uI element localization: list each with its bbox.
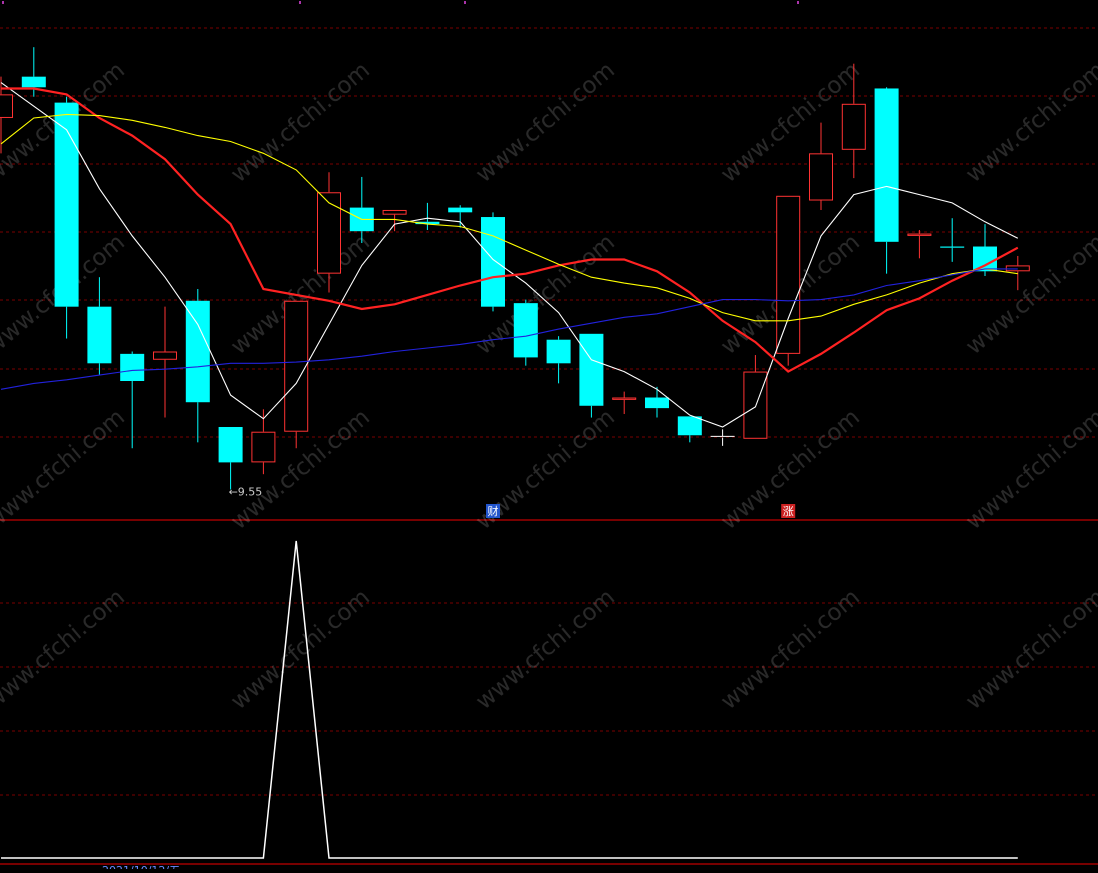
watermark-text: www.cfchi.com bbox=[0, 584, 130, 715]
watermark-text: www.cfchi.com bbox=[961, 584, 1098, 715]
watermark-text: www.cfchi.com bbox=[716, 584, 865, 715]
candle[interactable] bbox=[513, 299, 538, 366]
candle-body-up bbox=[382, 209, 407, 215]
candle-body-down bbox=[87, 306, 112, 364]
watermark-text: www.cfchi.com bbox=[226, 57, 375, 188]
candle-body-down bbox=[874, 88, 899, 242]
event-badge-label: 涨 bbox=[783, 505, 794, 518]
candle-body-up bbox=[1005, 265, 1030, 272]
candle-body-down bbox=[973, 246, 997, 272]
watermark-text: www.cfchi.com bbox=[226, 584, 375, 715]
candle-body-down bbox=[448, 207, 473, 213]
candles-layer[interactable] bbox=[0, 47, 1030, 490]
candle[interactable] bbox=[940, 218, 965, 262]
candle-body-down bbox=[645, 397, 669, 409]
candle-body-down bbox=[513, 303, 538, 358]
candle-body-down bbox=[677, 416, 702, 436]
stock-chart: www.cfchi.com www.cfchi.com www.cfchi.com w… bbox=[0, 0, 1098, 873]
candle[interactable] bbox=[284, 300, 309, 449]
candle-body-down bbox=[481, 217, 505, 307]
candle-body-up bbox=[612, 397, 637, 400]
candle-body-down bbox=[546, 339, 571, 364]
footer-layer: 2021/10/12/五 bbox=[102, 864, 180, 873]
indicator-signal-line bbox=[1, 540, 1018, 859]
watermark-text: www.cfchi.com bbox=[961, 57, 1098, 188]
candle-body-up bbox=[841, 103, 866, 150]
candle-body-up bbox=[284, 300, 309, 432]
candle-body-down bbox=[21, 76, 46, 88]
candle-body-up bbox=[251, 431, 276, 463]
top-tick-mark bbox=[464, 1, 466, 4]
candle-body-down bbox=[120, 353, 145, 381]
candle[interactable] bbox=[87, 277, 112, 376]
candle-body-up bbox=[743, 371, 768, 439]
candle[interactable] bbox=[481, 212, 505, 312]
watermark-text: www.cfchi.com bbox=[471, 57, 620, 188]
candle-body-down bbox=[218, 426, 243, 463]
candle[interactable] bbox=[120, 351, 145, 449]
top-tick-mark bbox=[299, 1, 301, 4]
candle[interactable] bbox=[54, 96, 79, 339]
footer-date: 2021/10/12/五 bbox=[102, 864, 180, 869]
watermark-text: www.cfchi.com bbox=[961, 404, 1098, 535]
top-tick-mark bbox=[797, 1, 799, 4]
candle[interactable] bbox=[743, 355, 768, 439]
chart-svg: www.cfchi.com www.cfchi.com www.cfchi.com w… bbox=[0, 1, 1098, 873]
indicator-layer bbox=[1, 540, 1018, 859]
candle[interactable] bbox=[874, 87, 899, 274]
candle[interactable] bbox=[710, 429, 735, 446]
candle[interactable] bbox=[677, 416, 702, 443]
candle-body-up bbox=[907, 233, 932, 236]
candle[interactable] bbox=[612, 391, 637, 415]
candle[interactable] bbox=[546, 336, 571, 384]
candle[interactable] bbox=[218, 426, 243, 490]
watermark-text: www.cfchi.com bbox=[471, 584, 620, 715]
candle-body-down bbox=[54, 102, 79, 307]
event-badge-label: 财 bbox=[488, 504, 499, 518]
candle[interactable] bbox=[579, 333, 604, 418]
candle[interactable] bbox=[809, 122, 833, 210]
candle[interactable] bbox=[645, 386, 669, 418]
candle[interactable] bbox=[907, 230, 932, 259]
watermark-text: www.cfchi.com bbox=[0, 404, 130, 535]
candle-body-up bbox=[776, 195, 801, 354]
candle-body-up bbox=[153, 351, 177, 360]
candle[interactable] bbox=[415, 202, 440, 231]
candle-body-down bbox=[940, 246, 965, 248]
candle-body-up bbox=[317, 192, 341, 274]
candle-body-up bbox=[0, 94, 13, 118]
candle[interactable] bbox=[153, 306, 177, 418]
candle[interactable] bbox=[448, 205, 473, 228]
candle-body-down bbox=[579, 333, 604, 406]
low-price-label: ←9.55 bbox=[229, 486, 263, 499]
top-tick-mark bbox=[2, 1, 4, 4]
candle-body-up bbox=[809, 153, 833, 201]
candle-body-down bbox=[185, 300, 210, 403]
